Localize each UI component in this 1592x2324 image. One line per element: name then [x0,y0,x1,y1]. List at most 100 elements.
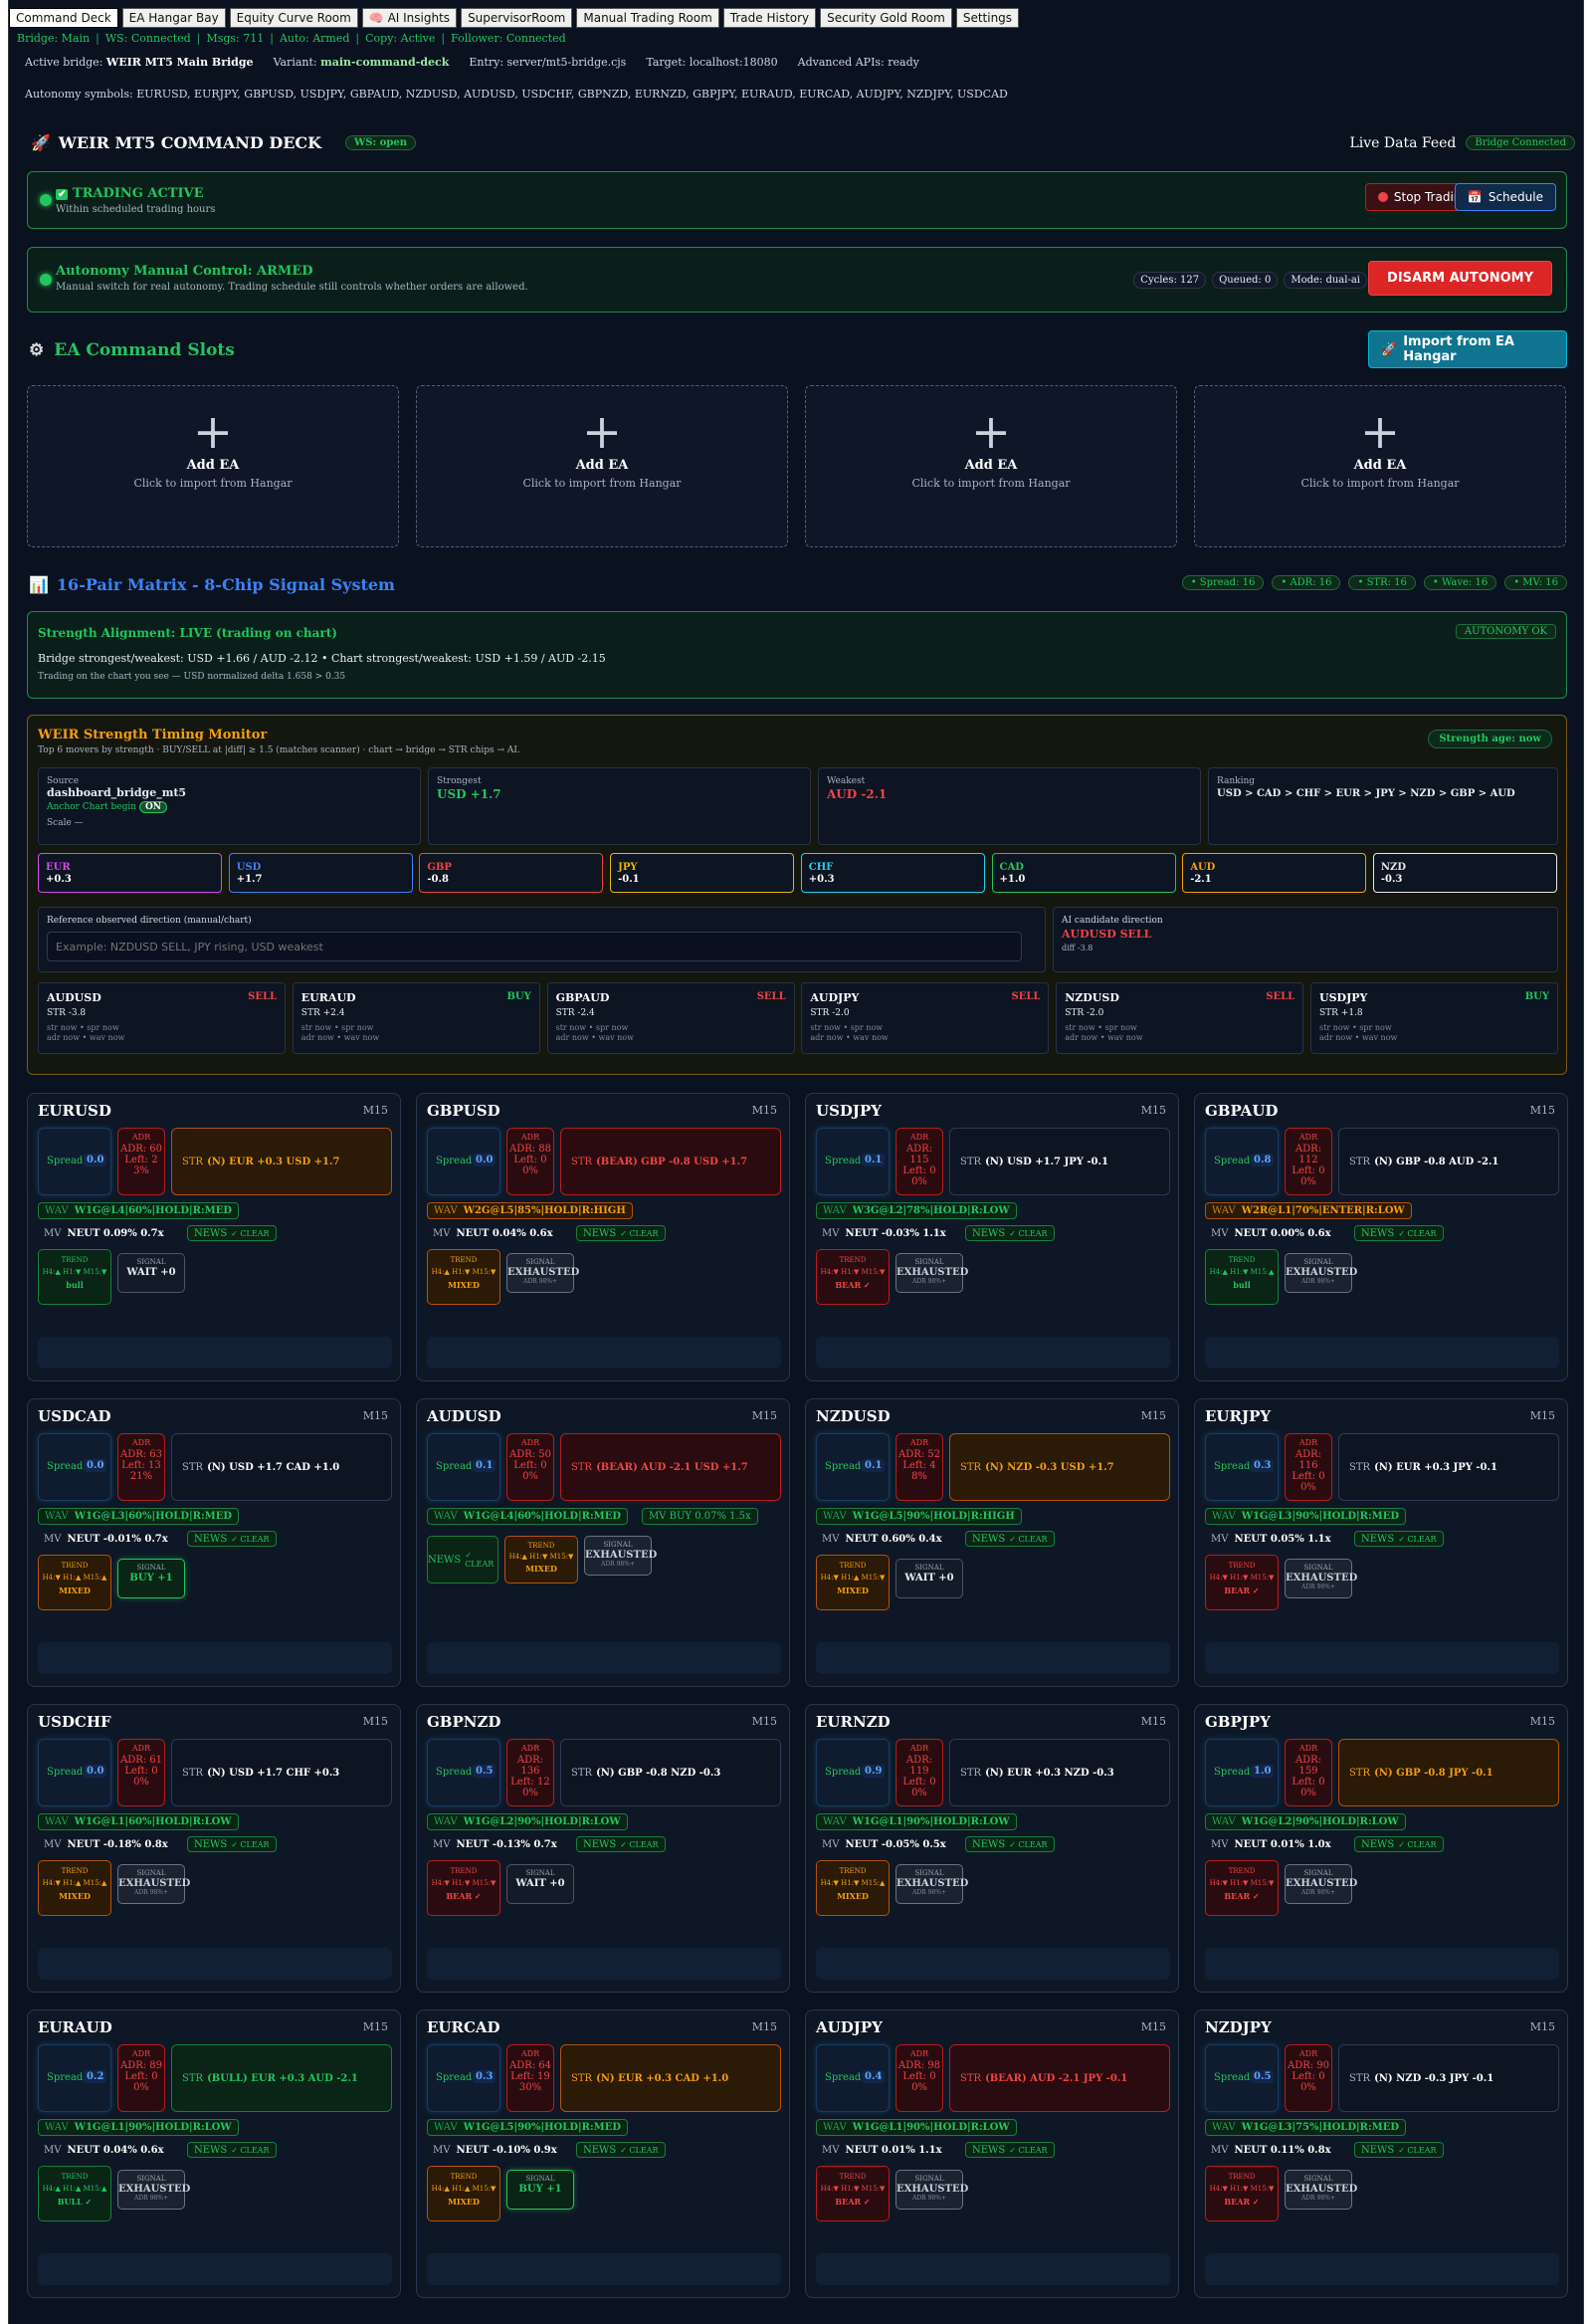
tab-command-deck[interactable]: Command Deck [9,8,118,28]
signal-chip[interactable]: SIGNAL EXHAUSTED ADR 98%+ [117,1864,190,1904]
monitor-title: WEIR Strength Timing Monitor [38,728,268,742]
news-clear: ✓ CLEAR [1009,2145,1048,2155]
signal-chip[interactable]: SIGNAL EXHAUSTED ADR 98%+ [117,2170,190,2210]
adr-pct: 0% [911,1176,927,1187]
spread-chip: Spread 0.1 [816,1128,890,1195]
signal-chip[interactable]: SIGNAL BUY +1 [506,2170,574,2210]
news-chip: NEWS ✓ CLEAR [1354,1836,1444,1852]
signal-chip[interactable]: SIGNAL WAIT +0 [117,1253,185,1293]
signal-chip[interactable]: SIGNAL WAIT +0 [896,1559,963,1598]
wav-chip: WAV W1G@L1|60%|HOLD|R:LOW [38,1813,239,1830]
news-clear: ✓ CLEAR [1009,1839,1048,1849]
pair-name: GBPAUD [1205,1102,1279,1120]
bottom-strip [427,1337,781,1369]
spread-value: 0.1 [862,1154,886,1166]
wav-value: W1G@L5|90%|HOLD|R:HIGH [852,1511,1015,1522]
wav-chip: WAV W1G@L3|90%|HOLD|R:MED [1205,1508,1407,1525]
tab-manual-trading-room[interactable]: Manual Trading Room [576,8,719,28]
signal-chip[interactable]: SIGNAL EXHAUSTED ADR 98%+ [506,1253,580,1293]
signal-chip[interactable]: SIGNAL EXHAUSTED ADR 98%+ [584,1536,657,1576]
spread-count-text: Spread: 16 [1199,577,1256,588]
mv-label: MV [822,2144,840,2156]
adr-pct: 0% [522,1788,538,1798]
mover-card[interactable]: NZDUSD SELL STR -2.0 str now • spr now adr n… [1056,982,1304,1054]
reference-direction-input[interactable] [47,932,1022,961]
mv-label: MV [433,2144,451,2156]
mover-card[interactable]: AUDUSD SELL STR -3.8 str now • spr now adr n… [38,982,286,1054]
signal-chip[interactable]: SIGNAL BUY +1 [117,1559,185,1598]
tab-supervisor-room[interactable]: SupervisorRoom [461,8,573,28]
news-clear: ✓ CLEAR [231,1228,270,1238]
news-label: NEWS [1361,1533,1395,1545]
tab-trade-history[interactable]: Trade History [722,8,817,28]
import-ea-hangar-button[interactable]: 🚀 Import from EA Hangar [1368,330,1567,368]
signal-chip[interactable]: SIGNAL WAIT +0 [506,1864,574,1904]
adr-label: ADR [909,1438,929,1447]
wav-value: W2G@L5|85%|HOLD|R:HIGH [463,1205,626,1216]
spread-chip: Spread 0.3 [427,2044,500,2112]
adr-value: ADR: 60 [119,1144,163,1155]
timeframe-label: M15 [1529,1409,1555,1422]
mv-value: NEUT -0.01% 0.7x [67,1533,168,1545]
disarm-autonomy-button[interactable]: DISARM AUTONOMY [1368,261,1552,296]
mover-card[interactable]: GBPAUD SELL STR -2.4 str now • spr now adr n… [546,982,795,1054]
schedule-button[interactable]: 📅 Schedule [1454,183,1556,211]
signal-chip[interactable]: SIGNAL EXHAUSTED ADR 98%+ [1285,1559,1357,1598]
str-value: (N) USD +1.7 JPY -0.1 [985,1156,1108,1167]
spread-chip: Spread 0.1 [816,1433,890,1501]
ea-slot-3[interactable]: + Add EA Click to import from Hangar [805,385,1177,547]
tab-ea-hangar-bay[interactable]: EA Hangar Bay [121,8,226,28]
tab-settings[interactable]: Settings [955,8,1020,28]
signal-chip[interactable]: SIGNAL EXHAUSTED ADR 98%+ [896,1864,968,1904]
adr-left: Left: 0 [1292,1471,1325,1482]
trend-arrows: H4:▼ H1:▼ M15:▼ [820,1268,886,1276]
adr-left: Left: 0 [1292,2071,1325,2082]
adr-label: ADR [1298,1438,1318,1447]
ai-candidate-diff: diff -3.8 [1062,944,1094,952]
pair-card-euraud: EURAUD M15 Spread 0.2 ADR ADR: 89 Left: 0 0% STR… [27,2009,401,2298]
timeframe-label: M15 [1140,2020,1166,2033]
weakest-value: AUD -2.1 [827,787,888,801]
trend-chip: TREND H4:▼ H1:▲ M15:▲ MIXED [38,1555,111,1610]
mover-card[interactable]: USDJPY BUY STR +1.8 str now • spr now adr no… [1310,982,1558,1054]
currency-code: GBP [427,862,452,873]
mover-card[interactable]: EURAUD BUY STR +2.4 str now • spr now adr no… [292,982,540,1054]
tab-ai-insights[interactable]: 🧠 AI Insights [361,8,458,28]
bridge-entry: Entry: server/mt5-bridge.cjs [469,56,627,69]
bridge-active-label: Active bridge: [25,56,103,69]
ea-slot-2[interactable]: + Add EA Click to import from Hangar [416,385,788,547]
adr-chip: ADR ADR: 112 Left: 0 0% [1285,1128,1332,1195]
signal-chip[interactable]: SIGNAL EXHAUSTED ADR 98%+ [1285,1864,1357,1904]
wav-value: W1G@L1|90%|HOLD|R:LOW [852,1816,1010,1827]
str-value: (BEAR) AUD -2.1 JPY -0.1 [985,2072,1128,2084]
spread-count-badge: • Spread: 16 [1181,575,1265,590]
bridge-info: Active bridge: WEIR MT5 Main Bridge Vari… [25,56,919,69]
add-ea-label: Add EA [964,458,1018,473]
signal-label: SIGNAL [914,1258,944,1266]
timeframe-label: M15 [362,1715,388,1728]
signal-chip[interactable]: SIGNAL EXHAUSTED ADR 98%+ [1285,2170,1357,2210]
tab-security-gold-room[interactable]: Security Gold Room [820,8,952,28]
mover-card[interactable]: AUDJPY SELL STR -2.0 str now • spr now adr n… [801,982,1050,1054]
red-dot-icon [1377,192,1388,202]
currency-chip-usd: USD +1.7 [228,853,413,893]
signal-value: WAIT +0 [126,1267,176,1278]
trend-arrows: H4:▼ H1:▲ M15:▼ [820,1574,886,1582]
wav-value: W1G@L5|90%|HOLD|R:MED [463,2122,622,2133]
pair-card-gbpaud: GBPAUD M15 Spread 0.8 ADR ADR: 112 Left: 0 0% ST… [1194,1093,1568,1381]
signal-chip[interactable]: SIGNAL EXHAUSTED ADR 98%+ [896,1253,968,1293]
str-chip: STR (N) USD +1.7 JPY -0.1 [949,1128,1170,1195]
signal-chip[interactable]: SIGNAL EXHAUSTED ADR 98%+ [1285,1253,1357,1293]
mv-chip: MV NEUT 0.00% 0.6x [1205,1224,1337,1242]
spread-chip: Spread 0.1 [427,1433,500,1501]
signal-chip[interactable]: SIGNAL EXHAUSTED ADR 98%+ [896,2170,968,2210]
str-value: (N) EUR +0.3 USD +1.7 [207,1156,340,1167]
str-label: STR [960,1767,982,1779]
ea-slot-1[interactable]: + Add EA Click to import from Hangar [27,385,399,547]
signal-value: EXHAUSTED [507,1267,580,1278]
adr-label: ADR [520,1133,540,1142]
mover-str: STR -2.4 [555,1008,595,1018]
anchor-on-toggle[interactable]: ON [138,801,168,813]
ea-slot-4[interactable]: + Add EA Click to import from Hangar [1194,385,1566,547]
tab-equity-curve-room[interactable]: Equity Curve Room [229,8,358,28]
